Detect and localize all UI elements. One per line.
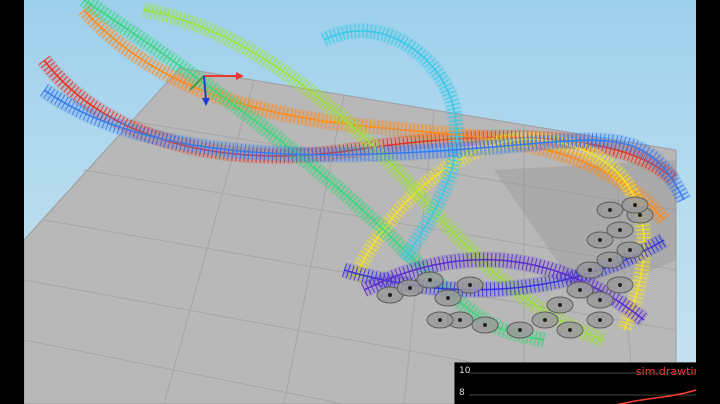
simulation-scene[interactable] — [24, 0, 696, 404]
rotor-hub — [543, 318, 547, 322]
rotor-hub — [428, 278, 432, 282]
rotor-hub — [468, 283, 472, 287]
rotor-hub — [598, 238, 602, 242]
rotor-hub — [638, 213, 642, 217]
rotor-hub — [608, 258, 612, 262]
drawtime-plot: 10 8 sim.drawtime — [454, 362, 696, 404]
rotor-hub — [633, 203, 637, 207]
rotor-hub — [518, 328, 522, 332]
app-window: 10 8 sim.drawtime — [0, 0, 720, 404]
rotor-hub — [618, 283, 622, 287]
rotor-hub — [598, 318, 602, 322]
3d-viewport[interactable]: 10 8 sim.drawtime — [24, 0, 696, 404]
rotor-hub — [558, 303, 562, 307]
rotor-hub — [568, 328, 572, 332]
rotor-hub — [458, 318, 462, 322]
rotor-hub — [438, 318, 442, 322]
rotor-hub — [578, 288, 582, 292]
rotor-hub — [446, 296, 450, 300]
rotor-hub — [588, 268, 592, 272]
rotor-hub — [608, 208, 612, 212]
rotor-hub — [483, 323, 487, 327]
plot-line — [469, 372, 696, 404]
rotor-hub — [408, 286, 412, 290]
rotor-hub — [598, 298, 602, 302]
rotor-hub — [628, 248, 632, 252]
rotor-hub — [388, 293, 392, 297]
rotor-hub — [618, 228, 622, 232]
